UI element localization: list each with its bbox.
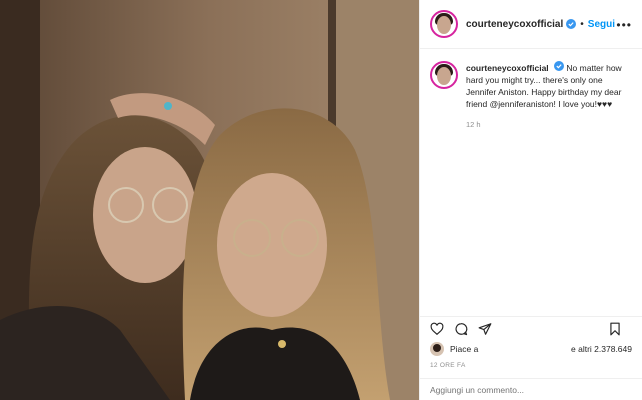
likes-prefix: Piace a bbox=[450, 344, 479, 354]
post-sidebar: courteneycoxofficial • Segui ••• courten… bbox=[419, 0, 642, 400]
comment-icon[interactable] bbox=[454, 322, 468, 336]
post-photo-image bbox=[0, 0, 419, 400]
instagram-post: courteneycoxofficial • Segui ••• courten… bbox=[0, 0, 642, 400]
header-separator: • bbox=[580, 18, 584, 30]
caption: courteneycoxofficial No matter how hard … bbox=[420, 49, 642, 110]
caption-body: courteneycoxofficial No matter how hard … bbox=[466, 61, 632, 110]
share-icon[interactable] bbox=[478, 322, 492, 336]
post-header: courteneycoxofficial • Segui ••• bbox=[420, 0, 642, 49]
post-photo[interactable] bbox=[0, 0, 419, 400]
comment-box bbox=[420, 378, 642, 400]
comment-input[interactable] bbox=[430, 385, 610, 395]
action-bar bbox=[420, 316, 642, 340]
verified-badge-icon bbox=[566, 19, 577, 29]
heart-icon[interactable] bbox=[430, 322, 444, 336]
caption-username[interactable]: courteneycoxofficial bbox=[466, 63, 549, 73]
verified-badge-icon bbox=[554, 61, 565, 71]
posted-ago: 12 ORE FA bbox=[430, 362, 466, 369]
caption-avatar[interactable] bbox=[430, 61, 458, 89]
more-options-icon[interactable]: ••• bbox=[616, 18, 632, 32]
follow-button[interactable]: Segui bbox=[588, 19, 615, 30]
liker-avatar[interactable] bbox=[430, 342, 444, 356]
bookmark-icon[interactable] bbox=[608, 322, 622, 336]
avatar[interactable] bbox=[430, 10, 458, 38]
likes-row: Piace a e altri 2.378.649 bbox=[430, 342, 632, 356]
likes-count[interactable]: e altri 2.378.649 bbox=[571, 344, 632, 354]
caption-time: 12 h bbox=[466, 120, 481, 129]
header-username[interactable]: courteneycoxofficial bbox=[466, 19, 563, 30]
